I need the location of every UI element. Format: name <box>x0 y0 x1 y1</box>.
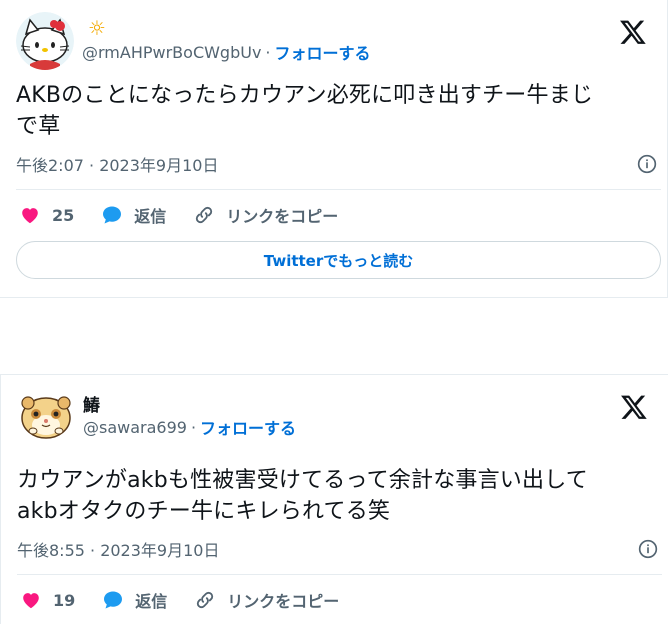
like-count: 19 <box>53 590 76 610</box>
tweet-card: ☼ @rmAHPwrBoCWgbUv · フォローする AKBのことになったらカ… <box>0 0 668 298</box>
display-name[interactable]: 鰆 <box>83 391 100 416</box>
link-icon <box>192 203 216 227</box>
reply-label: 返信 <box>135 592 168 611</box>
speech-bubble-icon <box>100 203 124 227</box>
timestamp-row: 午後8:55 · 2023年9月10日 <box>17 537 658 561</box>
tweet-card: 鰆 @sawara699 · フォローする カウアンがakbも性被害受けてるって… <box>0 374 668 624</box>
tweet-text: AKBのことになったらカウアン必死に叩き出すチー牛まじ で草 <box>16 80 655 142</box>
tweet-text-line: akbオタクのチー牛にキレられてる笑 <box>17 499 391 524</box>
tweet-header: 鰆 @sawara699 · フォローする <box>17 387 652 445</box>
name-row: 鰆 <box>83 391 100 416</box>
heart-icon <box>18 203 42 227</box>
user-handle[interactable]: @sawara699 <box>83 418 187 437</box>
copy-link-label: リンクをコピー <box>226 207 339 226</box>
divider <box>17 574 662 575</box>
timestamp[interactable]: 午後2:07 · 2023年9月10日 <box>16 152 218 176</box>
like-button[interactable]: 25 <box>18 203 74 227</box>
tweet-actions: 25 返信 リンクをコピー <box>18 200 364 230</box>
copy-link-button[interactable]: リンクをコピー <box>192 203 338 227</box>
x-logo-icon[interactable] <box>619 18 647 46</box>
speech-bubble-icon <box>101 588 125 612</box>
tweet-text-line: カウアンがakbも性被害受けてるって余計な事言い出して <box>17 468 588 493</box>
tweet-text-line: AKBのことになったらカウアン必死に叩き出すチー牛まじ <box>16 83 594 108</box>
separator: · <box>190 417 197 437</box>
copy-link-label: リンクをコピー <box>227 592 340 611</box>
reply-button[interactable]: 返信 <box>100 203 166 227</box>
info-icon[interactable] <box>637 154 657 174</box>
timestamp-row: 午後2:07 · 2023年9月10日 <box>16 152 657 176</box>
info-icon[interactable] <box>638 539 658 559</box>
follow-button[interactable]: フォローする <box>200 415 296 439</box>
handle-row: @rmAHPwrBoCWgbUv · フォローする <box>82 40 371 64</box>
tweet-text-line: で草 <box>16 114 61 139</box>
heart-icon <box>19 588 43 612</box>
x-logo-icon[interactable] <box>620 393 648 421</box>
link-icon <box>193 588 217 612</box>
divider <box>16 189 661 190</box>
avatar[interactable] <box>17 387 75 445</box>
name-row: ☼ <box>82 16 106 40</box>
tweet-actions: 19 返信 リンクをコピー <box>19 585 365 615</box>
avatar[interactable] <box>16 12 74 70</box>
user-handle[interactable]: @rmAHPwrBoCWgbUv <box>82 43 261 62</box>
like-button[interactable]: 19 <box>19 588 75 612</box>
separator: · <box>265 42 271 62</box>
tweet-header: ☼ @rmAHPwrBoCWgbUv · フォローする <box>16 12 651 70</box>
follow-button[interactable]: フォローする <box>275 40 371 64</box>
like-count: 25 <box>52 205 75 225</box>
read-more-button[interactable]: Twitterでもっと読む <box>16 241 661 279</box>
copy-link-button[interactable]: リンクをコピー <box>193 588 339 612</box>
handle-row: @sawara699 · フォローする <box>83 415 296 439</box>
reply-button[interactable]: 返信 <box>101 588 167 612</box>
reply-label: 返信 <box>134 207 167 226</box>
sun-icon: ☼ <box>88 16 106 40</box>
timestamp[interactable]: 午後8:55 · 2023年9月10日 <box>17 537 219 561</box>
tweet-text: カウアンがakbも性被害受けてるって余計な事言い出して akbオタクのチー牛にキ… <box>17 465 656 527</box>
